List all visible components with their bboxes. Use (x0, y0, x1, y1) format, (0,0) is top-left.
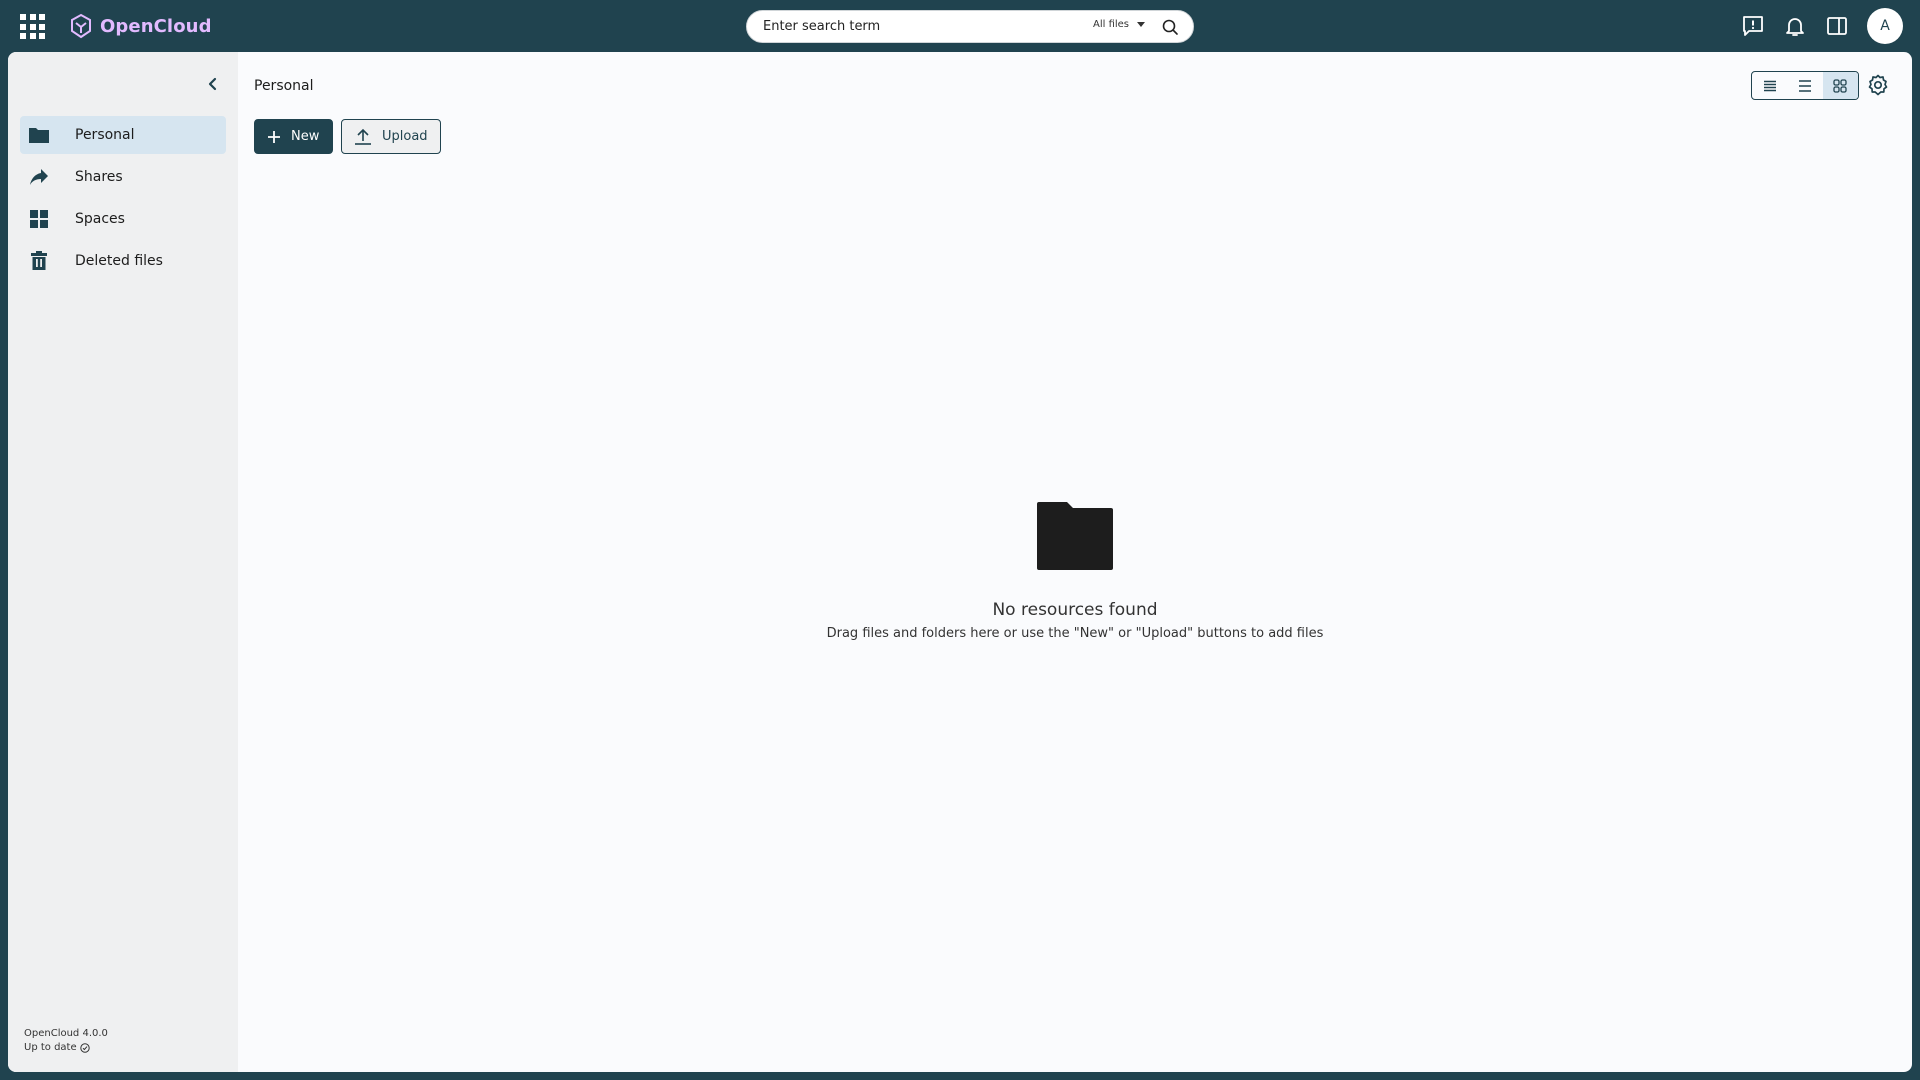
gear-icon[interactable] (1866, 73, 1890, 97)
app-logo[interactable]: OpenCloud (70, 11, 212, 41)
search-bar: All files (746, 10, 1194, 43)
app-switcher-icon[interactable] (20, 14, 45, 39)
plus-icon (267, 130, 281, 144)
collapse-sidebar-icon[interactable] (206, 77, 220, 91)
view-tiles-button[interactable] (1822, 72, 1858, 99)
check-circle-icon (79, 1043, 90, 1053)
folder-icon (28, 124, 50, 146)
share-icon (28, 166, 50, 188)
sidebar-panel-icon[interactable] (1825, 14, 1849, 38)
sidebar-item-spaces[interactable]: Spaces (20, 200, 226, 238)
sidebar-item-label: Deleted files (75, 253, 163, 269)
sidebar-item-shares[interactable]: Shares (20, 158, 226, 196)
user-avatar[interactable]: A (1867, 8, 1903, 44)
new-button[interactable]: New (254, 119, 333, 154)
new-button-label: New (291, 129, 320, 144)
version-info: OpenCloud 4.0.0 Up to date (24, 1027, 108, 1055)
search-scope-dropdown[interactable]: All files (1093, 19, 1146, 30)
view-table-button[interactable] (1787, 72, 1822, 99)
upload-icon (354, 128, 372, 146)
grid-icon (1833, 78, 1847, 93)
main-content: Personal New Upload No resources found D… (238, 52, 1912, 1072)
list-icon (1798, 79, 1811, 92)
upload-button[interactable]: Upload (341, 119, 441, 154)
view-mode-toggle (1751, 71, 1859, 100)
view-condensed-table-button[interactable] (1752, 72, 1787, 99)
update-status: Up to date (24, 1042, 77, 1053)
sidebar-item-personal[interactable]: Personal (20, 116, 226, 154)
empty-state-message: Drag files and folders here or use the "… (826, 626, 1324, 641)
search-input[interactable] (763, 19, 1073, 34)
sidebar-item-label: Personal (75, 127, 135, 143)
sidebar-item-label: Shares (75, 169, 123, 185)
empty-state-title: No resources found (992, 600, 1158, 620)
feedback-icon[interactable] (1741, 14, 1765, 38)
bell-icon[interactable] (1783, 14, 1807, 38)
app-shell: Personal Shares Spaces Deleted files Ope… (8, 52, 1912, 1072)
breadcrumb[interactable]: Personal (254, 78, 314, 94)
version-label: OpenCloud 4.0.0 (24, 1028, 108, 1039)
avatar-initial: A (1880, 18, 1890, 34)
empty-state: No resources found Drag files and folder… (238, 502, 1912, 641)
sidebar-item-label: Spaces (75, 211, 125, 227)
spaces-icon (28, 208, 50, 230)
top-bar: OpenCloud All files A (0, 0, 1920, 52)
folder-icon (1037, 502, 1113, 570)
search-scope-label: All files (1093, 19, 1130, 30)
sidebar: Personal Shares Spaces Deleted files Ope… (8, 52, 238, 1072)
app-name: OpenCloud (100, 15, 212, 37)
opencloud-logo-icon (71, 13, 91, 39)
chevron-down-icon (1137, 22, 1146, 27)
condensed-list-icon (1763, 80, 1776, 91)
upload-button-label: Upload (382, 129, 428, 144)
sidebar-item-deleted-files[interactable]: Deleted files (20, 242, 226, 280)
trash-icon (28, 250, 50, 272)
search-icon[interactable] (1161, 18, 1179, 36)
